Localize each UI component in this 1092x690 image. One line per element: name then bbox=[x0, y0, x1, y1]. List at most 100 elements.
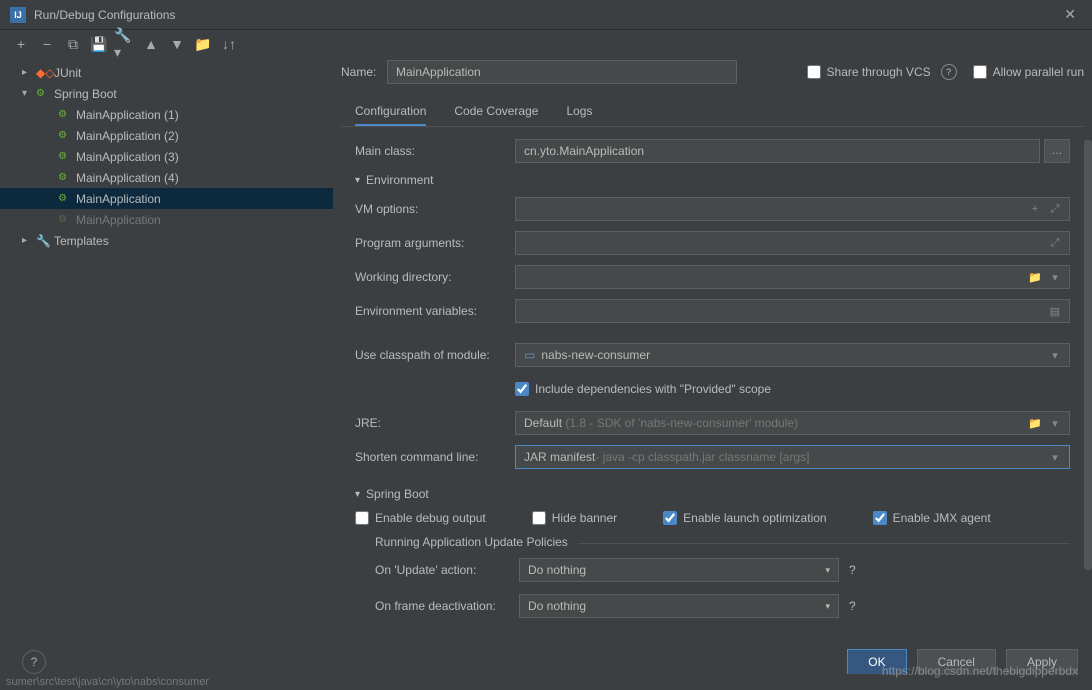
down-button[interactable]: ▼ bbox=[166, 33, 188, 55]
allow-parallel-checkbox[interactable]: Allow parallel run bbox=[973, 65, 1084, 79]
on-frame-label: On frame deactivation: bbox=[375, 599, 519, 613]
add-button[interactable]: + bbox=[10, 33, 32, 55]
spring-icon: ⚙ bbox=[58, 109, 76, 120]
tree-config-item-selected[interactable]: ⚙MainApplication bbox=[0, 188, 333, 209]
env-vars-label: Environment variables: bbox=[355, 304, 515, 318]
chevron-down-icon: ▾ bbox=[825, 601, 830, 612]
enable-jmx-checkbox[interactable]: Enable JMX agent bbox=[873, 511, 991, 525]
environment-section[interactable]: ▾Environment bbox=[355, 173, 1070, 187]
vm-options-label: VM options: bbox=[355, 202, 515, 216]
tree-templates[interactable]: ▸ 🔧 Templates bbox=[0, 230, 333, 251]
tree-label: MainApplication bbox=[76, 192, 161, 206]
include-deps-checkbox[interactable]: Include dependencies with "Provided" sco… bbox=[515, 382, 771, 396]
copy-button[interactable]: ⧉ bbox=[62, 33, 84, 55]
tree-label: MainApplication bbox=[76, 213, 161, 227]
tree-label: JUnit bbox=[54, 66, 81, 80]
policies-label: Running Application Update Policies bbox=[375, 535, 568, 549]
folder-icon[interactable]: 📁 bbox=[1024, 412, 1046, 434]
help-button[interactable]: ? bbox=[22, 650, 46, 674]
tree-config-item[interactable]: ⚙MainApplication (1) bbox=[0, 104, 333, 125]
enable-debug-checkbox[interactable]: Enable debug output bbox=[355, 511, 486, 525]
help-icon[interactable]: ? bbox=[849, 563, 856, 577]
up-button[interactable]: ▲ bbox=[140, 33, 162, 55]
spring-icon: ⚙ bbox=[58, 193, 76, 204]
folder-icon[interactable]: 📁 bbox=[1024, 266, 1046, 288]
share-vcs-checkbox[interactable]: Share through VCS? bbox=[807, 64, 957, 80]
watermark: https://blog.csdn.net/thebigdipperbdx bbox=[882, 664, 1078, 678]
spring-icon: ⚙ bbox=[36, 88, 54, 99]
chevron-down-icon: ▾ bbox=[22, 88, 36, 99]
sort-button[interactable]: ↓↑ bbox=[218, 33, 240, 55]
tree-label: MainApplication (3) bbox=[76, 150, 179, 164]
content: Name: Share through VCS? Allow parallel … bbox=[333, 58, 1092, 628]
titlebar: IJ Run/Debug Configurations ✕ bbox=[0, 0, 1092, 30]
name-input[interactable] bbox=[387, 60, 737, 84]
jre-select[interactable]: Default (1.8 - SDK of 'nabs-new-consumer… bbox=[515, 411, 1070, 435]
tree-label: Templates bbox=[54, 234, 109, 248]
tree-label: Spring Boot bbox=[54, 87, 117, 101]
wrench-button[interactable]: 🔧▾ bbox=[114, 33, 136, 55]
tree-label: MainApplication (4) bbox=[76, 171, 179, 185]
spring-section[interactable]: ▾Spring Boot bbox=[355, 487, 1070, 501]
on-update-select[interactable]: Do nothing▾ bbox=[519, 558, 839, 582]
shorten-select[interactable]: JAR manifest - java -cp classpath.jar cl… bbox=[515, 445, 1070, 469]
chevron-down-icon[interactable]: ▾ bbox=[1044, 344, 1066, 366]
on-frame-select[interactable]: Do nothing▾ bbox=[519, 594, 839, 618]
expand-icon[interactable]: ⤢ bbox=[1044, 232, 1066, 254]
chevron-down-icon: ▾ bbox=[355, 489, 360, 500]
chevron-down-icon[interactable]: ▾ bbox=[1044, 412, 1066, 434]
tree-config-item[interactable]: ⚙MainApplication (4) bbox=[0, 167, 333, 188]
save-button[interactable]: 💾 bbox=[88, 33, 110, 55]
help-icon[interactable]: ? bbox=[849, 599, 856, 613]
add-icon[interactable]: + bbox=[1024, 198, 1046, 220]
tabs: Configuration Code Coverage Logs bbox=[341, 98, 1084, 127]
close-icon[interactable]: ✕ bbox=[1058, 6, 1082, 23]
wrench-icon: 🔧 bbox=[36, 234, 54, 248]
jre-label: JRE: bbox=[355, 416, 515, 430]
chevron-right-icon: ▸ bbox=[22, 67, 36, 78]
spring-icon: ⚙ bbox=[58, 130, 76, 141]
chevron-down-icon[interactable]: ▾ bbox=[1044, 446, 1066, 468]
chevron-down-icon: ▾ bbox=[825, 565, 830, 576]
junit-icon: ◆◇ bbox=[36, 66, 54, 80]
list-icon[interactable]: ▤ bbox=[1044, 300, 1066, 322]
on-update-label: On 'Update' action: bbox=[375, 563, 519, 577]
enable-launch-checkbox[interactable]: Enable launch optimization bbox=[663, 511, 826, 525]
program-args-input[interactable] bbox=[515, 231, 1070, 255]
browse-button[interactable]: … bbox=[1044, 139, 1070, 163]
spring-icon: ⚙ bbox=[58, 214, 76, 225]
expand-icon[interactable]: ⤢ bbox=[1044, 198, 1066, 220]
shorten-label: Shorten command line: bbox=[355, 450, 515, 464]
tab-configuration[interactable]: Configuration bbox=[355, 98, 426, 126]
working-dir-label: Working directory: bbox=[355, 270, 515, 284]
tree-label: MainApplication (2) bbox=[76, 129, 179, 143]
hide-banner-checkbox[interactable]: Hide banner bbox=[532, 511, 617, 525]
app-icon: IJ bbox=[10, 7, 26, 23]
env-vars-input[interactable] bbox=[515, 299, 1070, 323]
classpath-select[interactable]: ▭nabs-new-consumer bbox=[515, 343, 1070, 367]
window-title: Run/Debug Configurations bbox=[34, 8, 1058, 22]
vm-options-input[interactable] bbox=[515, 197, 1070, 221]
chevron-right-icon: ▸ bbox=[22, 235, 36, 246]
working-dir-input[interactable] bbox=[515, 265, 1070, 289]
folder-button[interactable]: 📁 bbox=[192, 33, 214, 55]
tab-logs[interactable]: Logs bbox=[566, 98, 592, 126]
spring-icon: ⚙ bbox=[58, 151, 76, 162]
chevron-down-icon: ▾ bbox=[355, 175, 360, 186]
scrollbar[interactable] bbox=[1084, 140, 1092, 640]
tab-code-coverage[interactable]: Code Coverage bbox=[454, 98, 538, 126]
tree-label: MainApplication (1) bbox=[76, 108, 179, 122]
tree-spring[interactable]: ▾ ⚙ Spring Boot bbox=[0, 83, 333, 104]
help-icon[interactable]: ? bbox=[941, 64, 957, 80]
tree-config-item[interactable]: ⚙MainApplication bbox=[0, 209, 333, 230]
chevron-down-icon[interactable]: ▾ bbox=[1044, 266, 1066, 288]
remove-button[interactable]: − bbox=[36, 33, 58, 55]
tree-junit[interactable]: ▸ ◆◇ JUnit bbox=[0, 62, 333, 83]
sidebar: ▸ ◆◇ JUnit ▾ ⚙ Spring Boot ⚙MainApplicat… bbox=[0, 58, 333, 628]
main-class-input[interactable] bbox=[515, 139, 1040, 163]
tree-config-item[interactable]: ⚙MainApplication (2) bbox=[0, 125, 333, 146]
toolbar: + − ⧉ 💾 🔧▾ ▲ ▼ 📁 ↓↑ bbox=[0, 30, 1092, 58]
name-label: Name: bbox=[341, 65, 387, 79]
tree-config-item[interactable]: ⚙MainApplication (3) bbox=[0, 146, 333, 167]
classpath-label: Use classpath of module: bbox=[355, 348, 515, 362]
